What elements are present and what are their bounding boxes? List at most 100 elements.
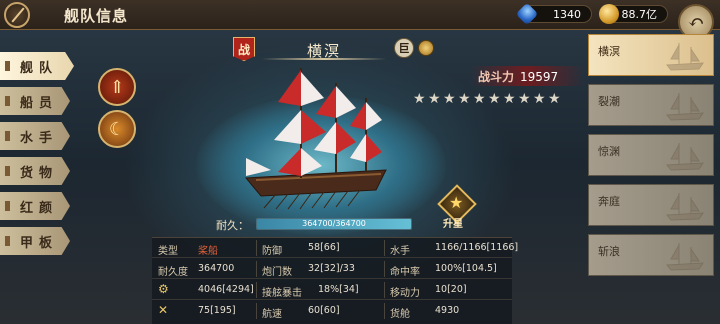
power-label: 战斗力 xyxy=(478,70,515,84)
combat-power: 战斗力 19597 xyxy=(478,68,558,85)
ship-silhouette-icon xyxy=(666,243,704,271)
hold-value: 4930 xyxy=(435,305,460,316)
nav-label: 红颜 xyxy=(20,200,59,216)
durability-bar: 364700/364700 xyxy=(256,218,412,230)
fleet-card[interactable]: 奔庭 xyxy=(588,184,714,226)
cannon-value: 4046[4294] xyxy=(198,284,254,295)
type-label: 类型 xyxy=(158,246,178,257)
nav-label: 船员 xyxy=(20,95,59,111)
fleet-card-name: 惊渊 xyxy=(598,145,620,158)
divider xyxy=(384,261,385,277)
fleet-card[interactable]: 惊渊 xyxy=(588,134,714,176)
fleet-card[interactable]: 裂潮 xyxy=(588,84,714,126)
nav-marker-icon xyxy=(5,236,10,246)
gem-counter[interactable]: 1340 xyxy=(515,2,592,26)
ship-silhouette-icon xyxy=(666,43,704,71)
ship-illustration xyxy=(244,68,387,210)
durability-stat-value: 364700 xyxy=(198,263,235,274)
sailor-value: 1166/1166[1166] xyxy=(435,242,519,253)
sailor-label: 水手 xyxy=(390,246,410,257)
star-rating: ★ ★ ★ ★ ★ ★ ★ ★ ★ ★ xyxy=(413,92,562,106)
page-title: 舰队信息 xyxy=(64,7,129,25)
divider xyxy=(256,282,257,298)
fleet-card[interactable]: 斩浪 xyxy=(588,234,714,276)
upgrade-star-button[interactable]: ★ 升星 xyxy=(437,184,477,230)
star-icon: ★ xyxy=(533,91,546,107)
type-value: 桨船 xyxy=(198,246,218,257)
gun-label: 炮门数 xyxy=(262,267,292,278)
defense-label: 防御 xyxy=(262,246,282,257)
durability-label: 耐久： xyxy=(216,219,249,232)
defense-value: 58[66] xyxy=(308,242,340,253)
back-arrow-icon: ↶ xyxy=(687,10,705,34)
upgrade-skill-icon[interactable]: ⇑ xyxy=(98,68,136,106)
fleet-card-name: 斩浪 xyxy=(598,245,620,258)
speed-value: 60[60] xyxy=(308,305,340,316)
star-icon: ★ xyxy=(449,193,464,212)
swords-icon: ✕ xyxy=(158,303,169,317)
melee-value: 75[195] xyxy=(198,305,236,316)
nav-label: 甲板 xyxy=(20,235,59,251)
star-icon: ★ xyxy=(443,91,456,107)
star-icon: ★ xyxy=(473,91,486,107)
nav-sailors[interactable]: 水手 xyxy=(0,122,70,150)
nav-marker-icon xyxy=(5,61,10,71)
star-icon: ★ xyxy=(458,91,471,107)
fleet-card-name: 裂潮 xyxy=(598,95,620,108)
speed-label: 航速 xyxy=(262,309,282,320)
gem-icon xyxy=(515,2,539,26)
nav-fleet[interactable]: 舰队 xyxy=(0,52,74,80)
gem-amount: 1340 xyxy=(553,7,581,21)
star-icon: ★ xyxy=(548,91,561,107)
stats-row: ✕ 75[195] 航速 60[60] 货舱 4930 xyxy=(152,301,512,321)
nav-cargo[interactable]: 货物 xyxy=(0,157,70,185)
divider xyxy=(256,303,257,319)
star-icon: ★ xyxy=(488,91,501,107)
nav-marker-icon xyxy=(5,201,10,211)
compass-icon[interactable] xyxy=(4,2,30,28)
star-icon: ★ xyxy=(518,91,531,107)
fleet-card[interactable]: 横溟 xyxy=(588,34,714,76)
star-icon: ★ xyxy=(503,91,516,107)
stats-panel: 类型 桨船 防御 58[66] 水手 1166/1166[1166] 耐久度 3… xyxy=(152,237,518,324)
nav-crew[interactable]: 船员 xyxy=(0,87,70,115)
divider xyxy=(256,240,257,256)
hit-label: 命中率 xyxy=(390,267,420,278)
stats-row: ⚙ 4046[4294] 接舷暴击 18%[34] 移动力 10[20] xyxy=(152,280,512,300)
upstar-label: 升星 xyxy=(443,219,463,230)
power-value: 19597 xyxy=(520,70,559,84)
crit-label: 接舷暴击 xyxy=(262,288,302,299)
ship-silhouette-icon xyxy=(666,143,704,171)
nav-beauty[interactable]: 红颜 xyxy=(0,192,70,220)
hold-label: 货舱 xyxy=(390,309,410,320)
ship-size-badge: 巨 xyxy=(394,38,414,58)
nav-marker-icon xyxy=(5,166,10,176)
nav-marker-icon xyxy=(5,96,10,106)
nav-marker-icon xyxy=(5,131,10,141)
nav-label: 水手 xyxy=(20,130,59,146)
top-bar: 舰队信息 1340 88.7亿 xyxy=(0,0,720,30)
coin-counter[interactable]: 88.7亿 xyxy=(599,4,668,24)
move-label: 移动力 xyxy=(390,288,420,299)
cannon-icon: ⚙ xyxy=(158,282,169,296)
durability-text: 364700/364700 xyxy=(302,219,366,228)
divider xyxy=(384,240,385,256)
gun-value: 32[32]/33 xyxy=(308,263,355,274)
fleet-list: 横溟 裂潮 惊渊 奔庭 斩浪 xyxy=(588,34,714,284)
swap-icon[interactable] xyxy=(418,40,434,56)
fleet-card-name: 奔庭 xyxy=(598,195,620,208)
crit-value: 18%[34] xyxy=(318,284,359,295)
star-icon: ★ xyxy=(428,91,441,107)
nav-label: 舰队 xyxy=(20,60,59,76)
divider xyxy=(256,261,257,277)
coin-icon xyxy=(599,4,619,24)
ship-silhouette-icon xyxy=(666,193,704,221)
side-nav: 舰队 船员 水手 货物 红颜 甲板 xyxy=(0,52,78,262)
horn-skill-icon[interactable]: ☾ xyxy=(98,110,136,148)
nav-deck[interactable]: 甲板 xyxy=(0,227,70,255)
ship-silhouette-icon xyxy=(666,93,704,121)
move-value: 10[20] xyxy=(435,284,467,295)
coin-amount: 88.7亿 xyxy=(621,8,658,21)
divider xyxy=(384,303,385,319)
divider xyxy=(384,282,385,298)
